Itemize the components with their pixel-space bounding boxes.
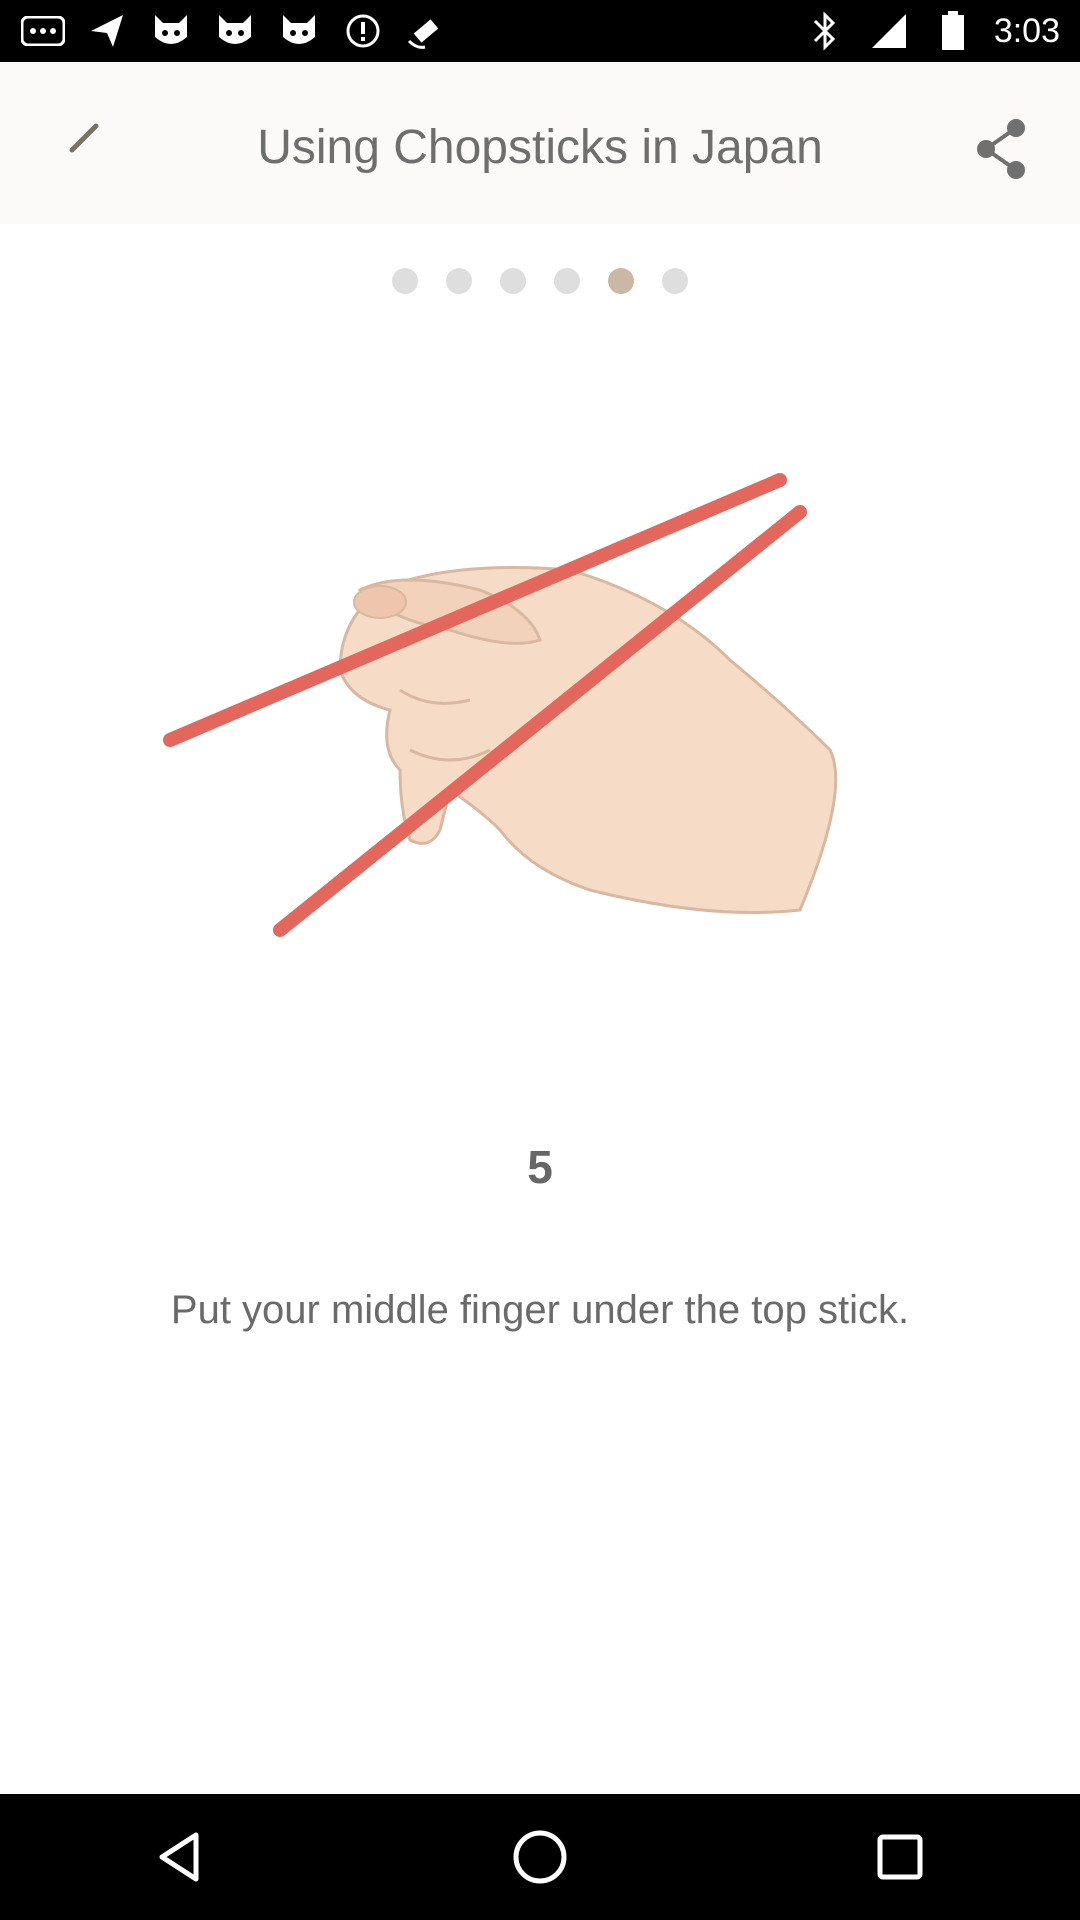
fake-gps-icon — [404, 8, 450, 54]
page-dot[interactable] — [392, 268, 418, 294]
send-icon — [84, 8, 130, 54]
share-button[interactable] — [966, 114, 1036, 184]
info-icon — [340, 8, 386, 54]
page-dot[interactable] — [554, 268, 580, 294]
nav-home-button[interactable] — [500, 1817, 580, 1897]
page-title: Using Chopsticks in Japan — [257, 121, 823, 174]
page-dot[interactable] — [446, 268, 472, 294]
step-number: 5 — [527, 1141, 553, 1193]
more-icon — [20, 8, 66, 54]
back-button[interactable] — [58, 110, 118, 170]
nav-recents-button[interactable] — [860, 1817, 940, 1897]
cat-icon — [148, 8, 194, 54]
cat-icon — [276, 8, 322, 54]
back-triangle-icon — [159, 1832, 199, 1882]
nav-back-button[interactable] — [140, 1817, 220, 1897]
status-bar: 3:03 — [0, 0, 1080, 62]
home-circle-icon — [513, 1830, 567, 1884]
back-icon — [69, 123, 99, 153]
step-instruction: Put your middle finger under the top sti… — [170, 1288, 910, 1332]
page-dot-active[interactable] — [608, 268, 634, 294]
status-time: 3:03 — [993, 12, 1060, 50]
signal-icon — [866, 8, 912, 54]
page-dot[interactable] — [500, 268, 526, 294]
page-indicator — [0, 266, 1080, 296]
system-nav-bar — [0, 1794, 1080, 1920]
bluetooth-icon — [802, 8, 848, 54]
share-icon — [977, 119, 1025, 179]
recents-square-icon — [877, 1834, 923, 1880]
cat-icon — [212, 8, 258, 54]
app-bar: Using Chopsticks in Japan — [0, 62, 1080, 224]
battery-icon — [930, 8, 976, 54]
chopsticks-hand-illustration — [150, 450, 940, 950]
page-dot[interactable] — [662, 268, 688, 294]
